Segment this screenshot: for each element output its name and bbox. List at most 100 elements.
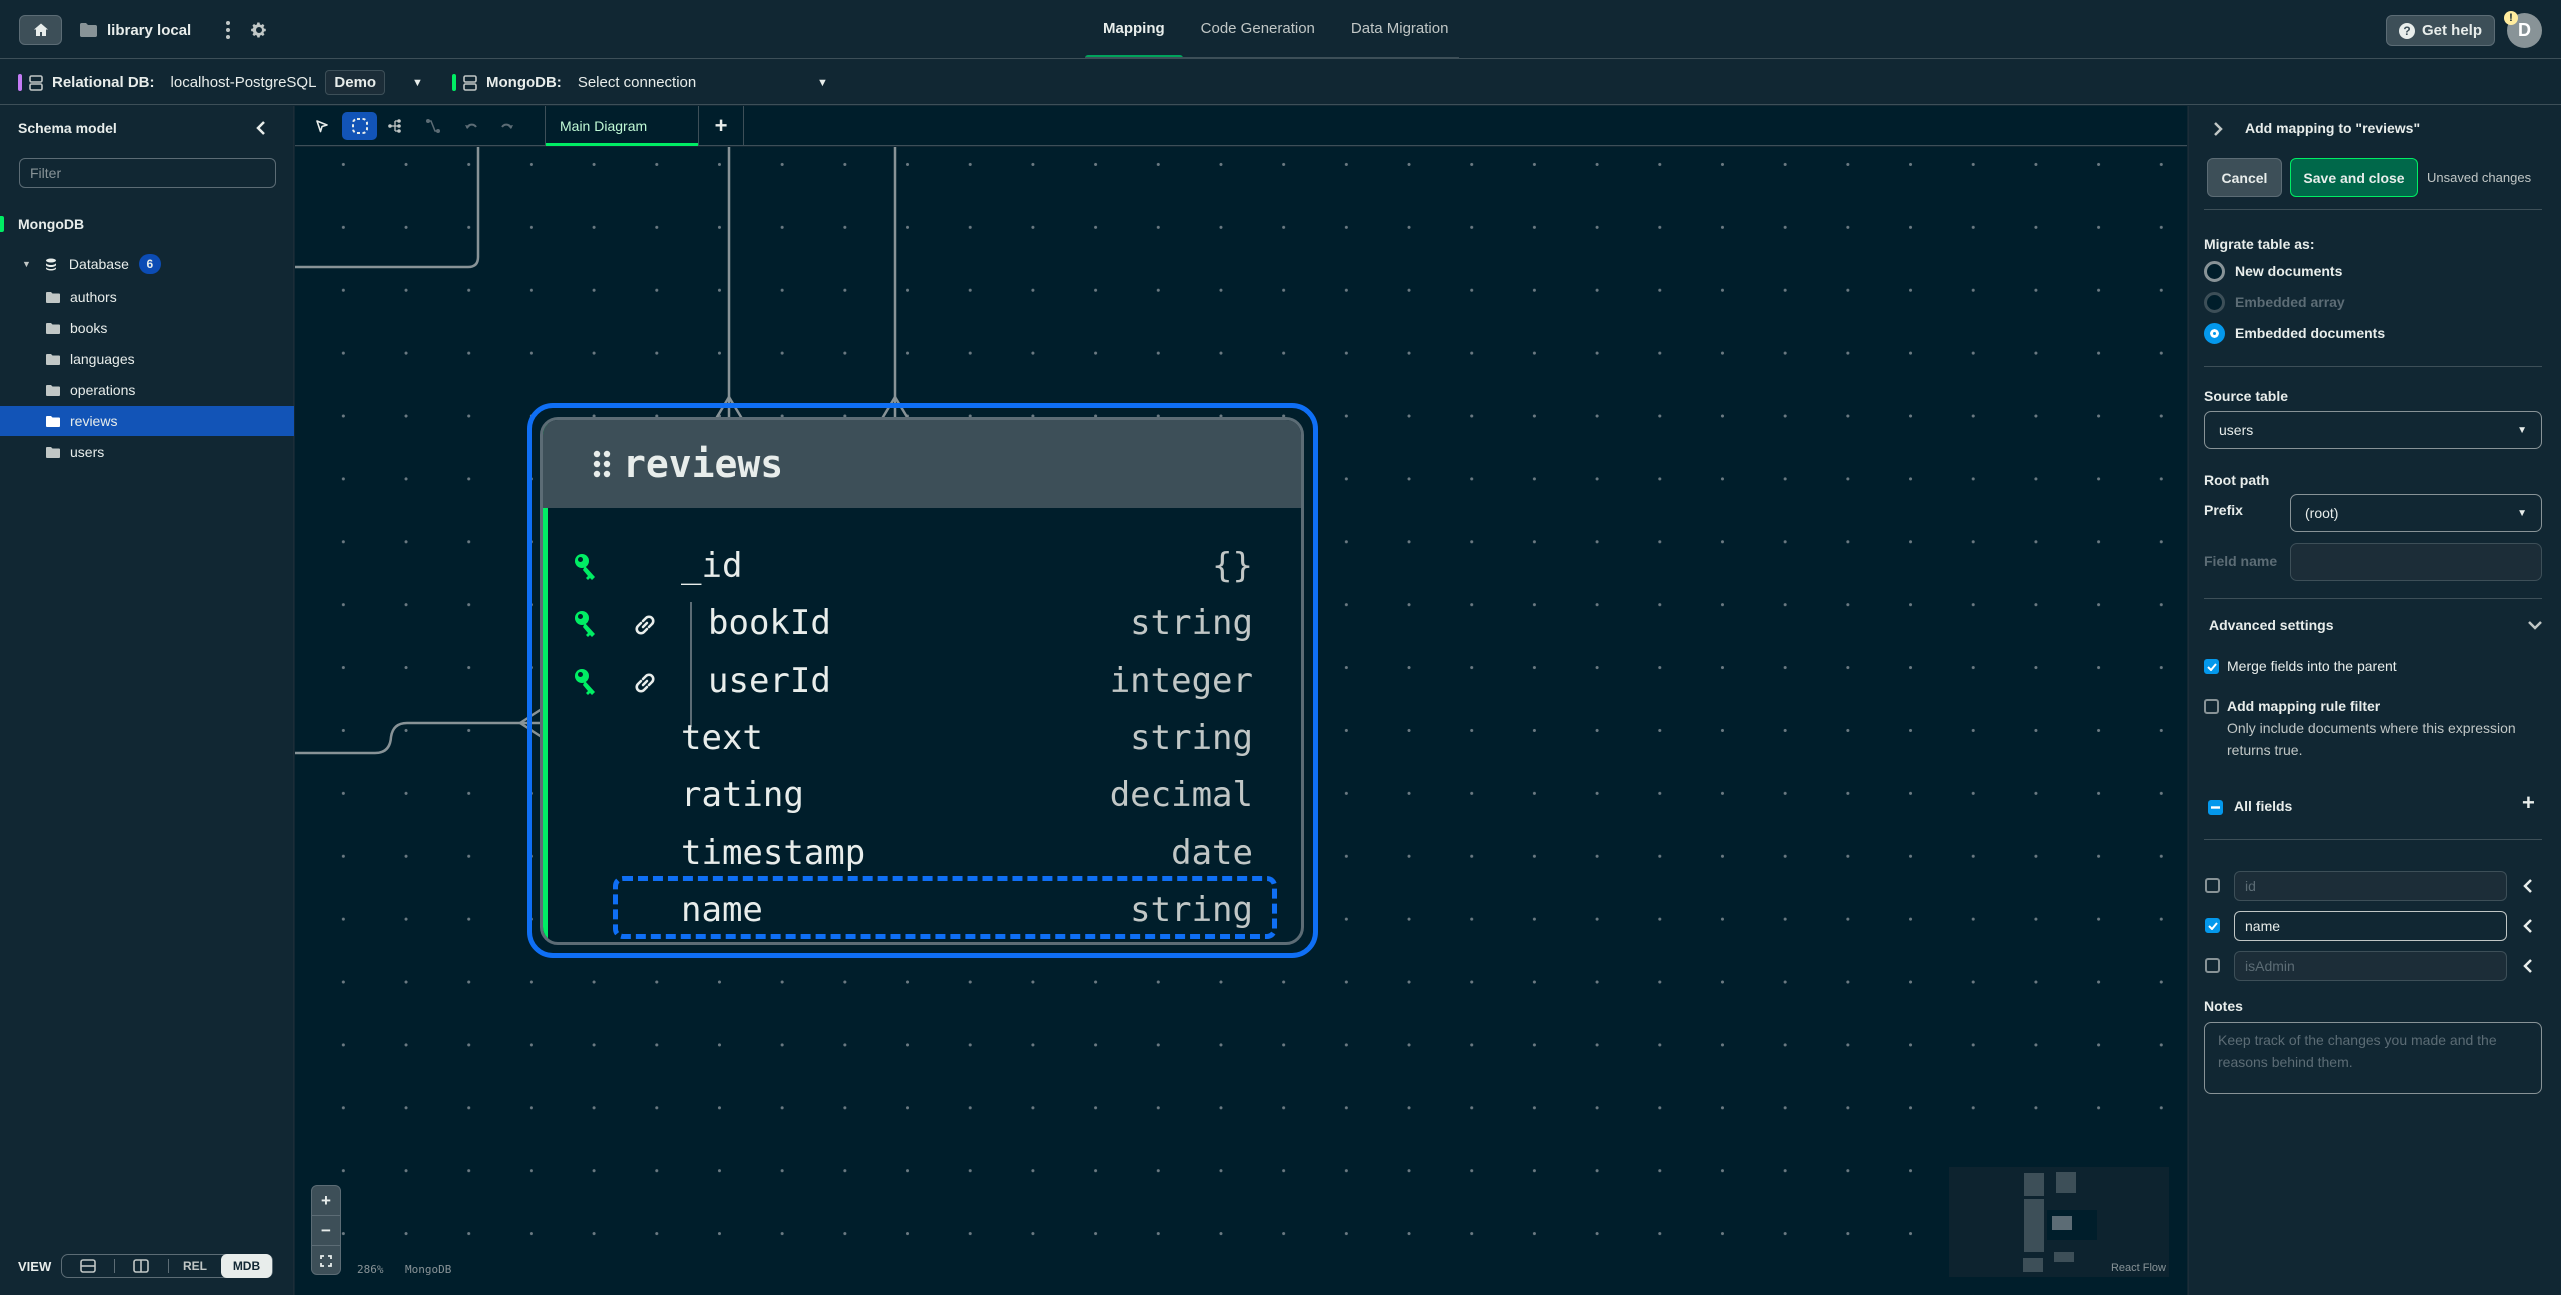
sidebar-title: Schema model (18, 120, 117, 136)
field-checkbox-id[interactable] (2205, 878, 2220, 893)
add-diagram-button[interactable]: + (699, 106, 744, 146)
view-switcher: VIEW REL MDB (18, 1254, 274, 1278)
advanced-settings-title[interactable]: Advanced settings (2209, 617, 2333, 633)
marquee-select-tool-button[interactable] (342, 112, 377, 140)
sidebar-item-users[interactable]: users (0, 437, 294, 467)
relational-connection-selector[interactable]: Relational DB: localhost-PostgreSQL Demo… (18, 60, 423, 105)
mongo-connection-selector[interactable]: MongoDB: Select connection ▼ (452, 60, 828, 105)
minimap[interactable]: React Flow (1949, 1167, 2169, 1277)
radio-embedded-array[interactable]: Embedded array (2204, 291, 2345, 313)
field-row-id[interactable]: _id {} (543, 538, 1301, 594)
radio-circle[interactable] (2204, 260, 2225, 282)
radio-new-documents[interactable]: New documents (2204, 260, 2342, 282)
canvas-db-label: MongoDB (405, 1263, 452, 1276)
field-input-id[interactable] (2234, 871, 2507, 901)
caret-down-icon[interactable]: ▼ (22, 259, 31, 269)
more-menu-button[interactable] (222, 19, 234, 41)
view-split-button[interactable] (115, 1255, 168, 1277)
field-checkbox-isAdmin[interactable] (2205, 958, 2220, 973)
advanced-settings-toggle[interactable] (2526, 616, 2544, 634)
project-breadcrumb[interactable]: library local (80, 15, 191, 45)
chevron-left-icon (2523, 959, 2532, 973)
cancel-button[interactable]: Cancel (2207, 158, 2282, 197)
plus-icon: + (2522, 790, 2535, 815)
source-table-select[interactable]: users ▼ (2204, 411, 2542, 449)
mongo-section-accent (0, 216, 4, 232)
tab-mapping[interactable]: Mapping (1085, 0, 1183, 59)
zoom-in-button[interactable]: + (312, 1186, 340, 1216)
root-path-label: Root path (2204, 472, 2270, 488)
collapse-panel-button[interactable] (2211, 120, 2225, 138)
radio-circle[interactable] (2204, 291, 2225, 313)
field-row-timestamp[interactable]: timestamp date (543, 825, 1301, 881)
settings-button[interactable] (248, 19, 270, 41)
zoom-out-button[interactable]: − (312, 1216, 340, 1246)
node-header[interactable]: reviews (543, 420, 1301, 508)
prefix-select[interactable]: (root) ▼ (2290, 494, 2542, 532)
connection-bar: Relational DB: localhost-PostgreSQL Demo… (0, 60, 2561, 105)
view-mdb-button[interactable]: MDB (220, 1254, 273, 1278)
field-row-userId[interactable]: userId integer (543, 653, 1301, 709)
auto-layout-tool-button[interactable] (377, 112, 412, 140)
redo-button[interactable] (489, 112, 524, 140)
field-row-bookId[interactable]: bookId string (543, 595, 1301, 651)
field-row-rating[interactable]: rating decimal (543, 767, 1301, 823)
notes-textarea[interactable] (2204, 1022, 2542, 1094)
field-name-input[interactable] (2290, 543, 2542, 581)
field-expand-button[interactable] (2521, 957, 2535, 975)
collection-node-reviews[interactable]: reviews _id {} bookId string userId integer te… (540, 417, 1304, 945)
filter-input[interactable] (19, 158, 276, 188)
view-stacked-button[interactable] (62, 1255, 114, 1277)
server-icon (463, 74, 477, 91)
chevron-left-icon (2523, 879, 2532, 893)
tab-data-migration[interactable]: Data Migration (1333, 0, 1467, 59)
tabs-underline (1085, 57, 1459, 59)
field-input-name[interactable] (2234, 911, 2507, 941)
field-expand-button[interactable] (2521, 877, 2535, 895)
pointer-tool-button[interactable] (304, 112, 339, 140)
field-name-label: Field name (2204, 553, 2278, 569)
pointer-icon (315, 120, 328, 133)
radio-label: New documents (2235, 263, 2343, 279)
home-button[interactable] (19, 15, 62, 45)
field-name: rating (681, 775, 804, 816)
radio-circle[interactable] (2204, 322, 2225, 344)
plus-icon: + (714, 113, 728, 138)
tab-main-diagram[interactable]: Main Diagram (545, 106, 699, 146)
diagram-canvas[interactable]: reviews _id {} bookId string userId integer te… (295, 147, 2187, 1295)
folder-icon (46, 384, 60, 396)
sidebar-item-operations[interactable]: operations (0, 375, 294, 405)
schema-sidebar: Schema model MongoDB ▼ Database 6 author… (0, 106, 294, 1295)
add-field-button[interactable]: + (2522, 790, 2535, 816)
view-rel-button[interactable]: REL (169, 1255, 221, 1277)
field-input-isAdmin[interactable] (2234, 951, 2507, 981)
merge-fields-checkbox[interactable] (2204, 659, 2219, 674)
field-type: date (1171, 832, 1253, 873)
save-and-close-button[interactable]: Save and close (2290, 158, 2418, 197)
drag-handle-icon[interactable] (593, 449, 611, 479)
get-help-button[interactable]: ? Get help (2386, 15, 2495, 46)
project-name: library local (107, 21, 192, 39)
radio-embedded-documents[interactable]: Embedded documents (2204, 322, 2385, 344)
sidebar-item-label: authors (70, 289, 117, 305)
mapping-filter-checkbox[interactable] (2204, 699, 2219, 714)
sidebar-item-languages[interactable]: languages (0, 344, 294, 374)
undo-button[interactable] (453, 112, 488, 140)
sidebar-item-books[interactable]: books (0, 313, 294, 343)
field-checkbox-name[interactable] (2205, 918, 2220, 933)
field-row-text[interactable]: text string (543, 710, 1301, 766)
key-icon (575, 668, 595, 695)
collapse-sidebar-button[interactable] (253, 118, 269, 138)
canvas-toolbar: Main Diagram + (295, 106, 2187, 146)
layout-rows-icon (80, 1259, 96, 1273)
sidebar-item-authors[interactable]: authors (0, 282, 294, 312)
sidebar-item-reviews[interactable]: reviews (0, 406, 294, 436)
fit-view-button[interactable] (312, 1246, 340, 1274)
relationship-tool-button[interactable] (415, 112, 450, 140)
tree-database-node[interactable]: ▼ Database 6 (22, 254, 161, 274)
field-type: {} (1212, 546, 1253, 586)
all-fields-checkbox[interactable] (2208, 800, 2223, 815)
home-icon (33, 23, 48, 36)
tab-code-generation[interactable]: Code Generation (1183, 0, 1333, 59)
field-expand-button[interactable] (2521, 917, 2535, 935)
